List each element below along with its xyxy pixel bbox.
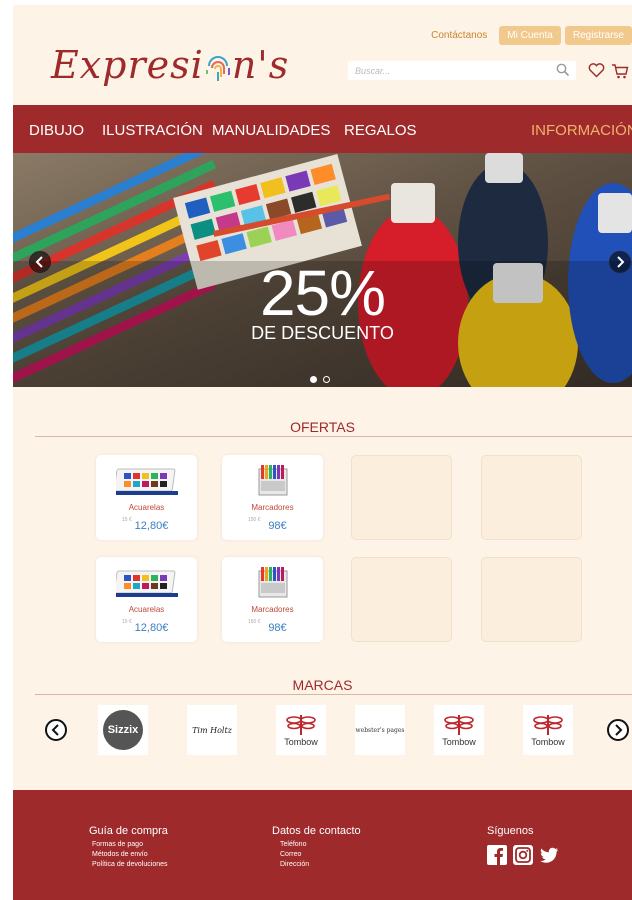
fingerprint-icon [204, 47, 232, 81]
footer-link[interactable]: Dirección [280, 861, 309, 868]
hero-prev-button[interactable] [29, 251, 51, 273]
footer-link[interactable]: Teléfono [280, 841, 306, 848]
brand-name: Tombow [531, 736, 565, 747]
markers-icon [258, 567, 287, 598]
logo[interactable]: Expresi n's [51, 43, 289, 87]
chevron-right-icon [615, 724, 623, 736]
top-links: Contáctanos Mi Cuenta Registrarse [431, 26, 632, 45]
facebook-icon[interactable] [487, 845, 507, 865]
hero-banner[interactable]: 25% DE DESCUENTO [13, 153, 632, 387]
offers-divider [35, 436, 632, 437]
markers-icon [258, 465, 287, 496]
logo-text-tail: n's [231, 43, 290, 87]
nav-item-dibujo[interactable]: DIBUJO [29, 122, 84, 139]
hero-subline: DE DESCUENTO [251, 323, 394, 343]
dragonfly-icon [444, 714, 474, 735]
product-card[interactable]: Acuarelas 15 € 12,80€ [96, 455, 197, 540]
watercolor-set-icon [115, 468, 178, 495]
hero-headline: 25% [259, 257, 386, 329]
product-card-placeholder [351, 557, 452, 642]
brands-next-button[interactable] [607, 719, 629, 741]
product-card[interactable]: Acuarelas 15 € 12,80€ [96, 557, 197, 642]
brand-tombow[interactable]: Tombow [434, 705, 484, 755]
footer-link[interactable]: Política de devoluciones [92, 861, 168, 868]
register-button[interactable]: Registrarse [564, 26, 632, 45]
instagram-icon[interactable] [513, 845, 533, 865]
product-price: 12,80€ [134, 520, 169, 532]
brand-name: Tombow [442, 736, 476, 747]
hero-caption: 25% DE DESCUENTO [13, 261, 632, 344]
slide-dot[interactable] [323, 376, 330, 383]
cart-icon[interactable] [611, 63, 629, 84]
brand-name: Tim Holtz [192, 725, 232, 735]
main-nav: DIBUJO ILUSTRACIÓN MANUALIDADES REGALOS … [13, 105, 632, 153]
nav-item-regalos[interactable]: REGALOS [344, 122, 417, 139]
product-price: 98€ [268, 622, 287, 634]
brands-prev-button[interactable] [45, 719, 67, 741]
nav-item-manualidades[interactable]: MANUALIDADES [212, 122, 330, 139]
account-button[interactable]: Mi Cuenta [499, 26, 561, 45]
product-card[interactable]: Marcadores 150 € 98€ [222, 455, 323, 540]
brand-tombow[interactable]: Tombow [523, 705, 573, 755]
brand-name: Sizzix [107, 724, 139, 736]
product-name: Acuarelas [128, 503, 165, 512]
chevron-left-icon [35, 256, 43, 268]
brands-title: MARCAS [292, 677, 353, 693]
search-bar [348, 61, 576, 82]
hero-next-button[interactable] [609, 251, 631, 273]
brand-tim-holtz[interactable]: Tim Holtz [187, 705, 237, 755]
footer-link[interactable]: Formas de pago [92, 841, 143, 848]
nav-item-informacion[interactable]: INFORMACIÓN [531, 122, 632, 139]
product-name: Marcadores [251, 503, 294, 512]
product-card-placeholder [351, 455, 452, 540]
dragonfly-icon [286, 714, 316, 735]
footer: Guía de compra Formas de pago Métodos de… [13, 790, 632, 900]
product-card-placeholder [481, 455, 582, 540]
product-price: 12,80€ [134, 622, 169, 634]
search-icon[interactable] [556, 63, 570, 82]
offers-title: OFERTAS [290, 419, 355, 435]
hero-dots [310, 376, 330, 383]
search-input[interactable] [348, 61, 548, 81]
product-price: 98€ [268, 520, 287, 532]
product-name: Marcadores [251, 605, 294, 614]
product-name: Acuarelas [128, 605, 165, 614]
nav-item-ilustracion[interactable]: ILUSTRACIÓN [102, 122, 203, 139]
chevron-left-icon [51, 724, 59, 736]
product-card[interactable]: Marcadores 150 € 98€ [222, 557, 323, 642]
contact-link[interactable]: Contáctanos [431, 30, 487, 41]
footer-social-title: Síguenos [487, 825, 534, 837]
chevron-right-icon [617, 256, 625, 268]
footer-contact-title: Datos de contacto [272, 825, 361, 837]
footer-guide-title: Guía de compra [89, 825, 168, 837]
heart-icon[interactable] [588, 63, 605, 83]
logo-text: Expresi [51, 43, 204, 87]
watercolor-set-icon [115, 570, 178, 597]
brand-name: Tombow [284, 736, 318, 747]
brand-name: webster's pages [355, 726, 405, 734]
brands-divider [35, 694, 632, 695]
page: Expresi n's Contáctanos Mi Cuenta Regist… [13, 5, 632, 900]
dragonfly-icon [533, 714, 563, 735]
brand-sizzix[interactable]: Sizzix [98, 705, 148, 755]
footer-link[interactable]: Correo [280, 851, 301, 858]
twitter-icon[interactable] [539, 845, 559, 865]
slide-dot[interactable] [310, 376, 317, 383]
footer-link[interactable]: Métodos de envío [92, 851, 148, 858]
product-card-placeholder [481, 557, 582, 642]
brand-tombow[interactable]: Tombow [276, 705, 326, 755]
brand-websters-pages[interactable]: webster's pages [355, 705, 405, 755]
